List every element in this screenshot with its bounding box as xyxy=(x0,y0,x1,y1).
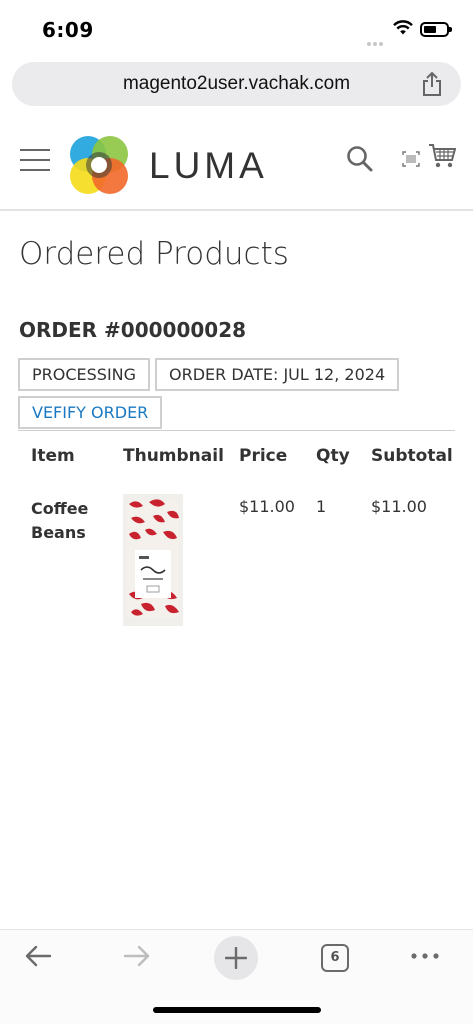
cart-icon[interactable] xyxy=(428,143,456,169)
column-header-subtotal: Subtotal xyxy=(371,446,453,466)
battery-icon xyxy=(420,22,452,37)
more-icon[interactable] xyxy=(411,953,439,959)
tabs-button[interactable]: 6 xyxy=(321,944,349,972)
page-title: Ordered Products xyxy=(19,236,289,272)
column-header-thumbnail: Thumbnail xyxy=(123,446,224,466)
search-icon[interactable] xyxy=(346,145,374,173)
product-thumbnail[interactable] xyxy=(123,494,183,626)
barcode-scan-icon[interactable] xyxy=(402,151,420,167)
order-status-badge: PROCESSING xyxy=(18,358,151,391)
plus-icon xyxy=(225,947,247,969)
luma-logo[interactable] xyxy=(68,134,130,196)
item-price: $11.00 xyxy=(239,497,295,516)
column-header-item: Item xyxy=(31,446,75,466)
item-qty: 1 xyxy=(316,497,327,516)
url-text[interactable]: magento2user.vachak.com xyxy=(12,73,461,95)
forward-arrow-icon[interactable] xyxy=(123,945,151,967)
address-bar[interactable]: magento2user.vachak.com xyxy=(12,62,461,106)
status-time: 6:09 xyxy=(42,18,94,42)
column-header-qty: Qty xyxy=(316,446,350,466)
status-bar: 6:09 xyxy=(0,0,473,58)
back-arrow-icon[interactable] xyxy=(24,945,52,967)
site-header: LUMA xyxy=(0,118,473,211)
menu-icon[interactable] xyxy=(20,149,50,171)
item-subtotal: $11.00 xyxy=(371,497,427,516)
order-number: ORDER #000000028 xyxy=(19,318,247,342)
table-divider xyxy=(18,430,455,431)
home-indicator[interactable] xyxy=(153,1007,321,1013)
signal-dots-icon xyxy=(367,33,389,46)
share-icon[interactable] xyxy=(421,71,443,97)
item-name[interactable]: Coffee Beans xyxy=(31,497,111,545)
column-header-price: Price xyxy=(239,446,288,466)
brand-name[interactable]: LUMA xyxy=(149,145,268,187)
wifi-icon xyxy=(393,20,413,35)
order-date-badge: ORDER DATE: JUL 12, 2024 xyxy=(155,358,400,391)
verify-order-link[interactable]: VEFIFY ORDER xyxy=(18,396,163,429)
new-tab-button[interactable] xyxy=(214,936,258,980)
